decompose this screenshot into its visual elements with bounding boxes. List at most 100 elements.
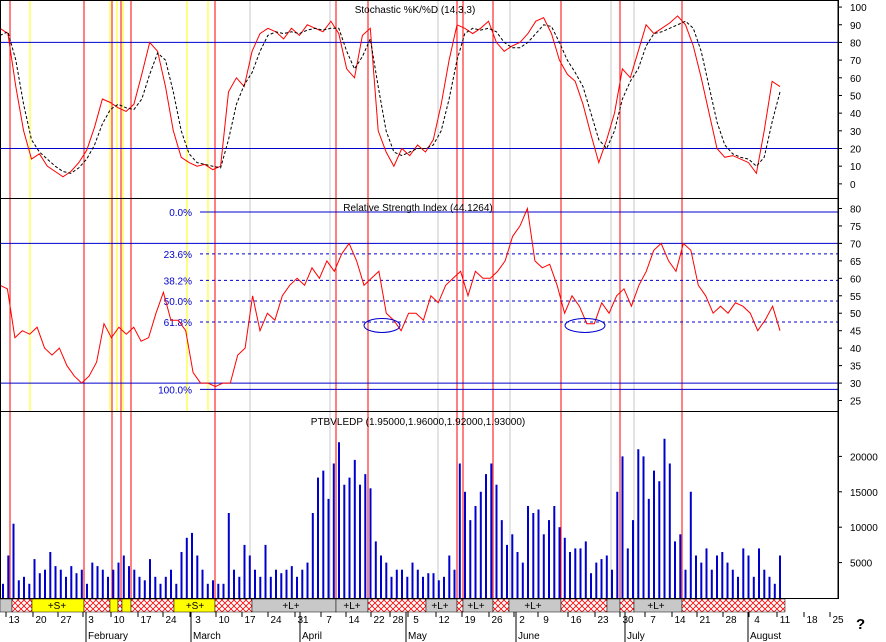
x-tick-label: 10 bbox=[218, 615, 230, 626]
x-tick-label: 28 bbox=[392, 615, 404, 626]
month-label: July bbox=[627, 631, 645, 642]
x-axis: +S+ +S+ +L+ +L+ +L+ +L+ +L+ +L+13 20 27 3 10 17 24 3 10… bbox=[0, 598, 844, 642]
signal-strip-marker: +L+ bbox=[343, 601, 360, 612]
x-tick-label: 4 bbox=[754, 615, 760, 626]
stochastic-y-tick-label: 60 bbox=[850, 74, 862, 85]
signal-strip-marker: +L+ bbox=[647, 601, 664, 612]
month-label: May bbox=[408, 631, 427, 642]
fib-level-label: 50.0% bbox=[164, 297, 192, 308]
x-tick-label: 18 bbox=[806, 615, 818, 626]
x-tick-label: 7 bbox=[650, 615, 656, 626]
month-label: August bbox=[750, 631, 781, 642]
signal-strip-segment bbox=[117, 598, 123, 613]
rsi-y-tick-label: 65 bbox=[850, 257, 862, 268]
fib-level-label: 61.8% bbox=[164, 318, 192, 329]
signal-strip-segment bbox=[367, 598, 427, 613]
signal-strip-segment bbox=[121, 598, 132, 613]
panel-frames bbox=[0, 0, 839, 599]
x-tick-label: 28 bbox=[725, 615, 737, 626]
x-tick-label: 2 bbox=[519, 615, 525, 626]
x-tick-label: 13 bbox=[8, 615, 20, 626]
signal-strip-segment bbox=[492, 598, 510, 613]
volume-panel: 5000 10000 15000 20000 PTBVLEDP (1.95000,1.9… bbox=[2, 417, 878, 598]
x-tick-label: 16 bbox=[570, 615, 582, 626]
rsi-y-tick-label: 80 bbox=[850, 204, 862, 215]
x-tick-label: 30 bbox=[622, 615, 634, 626]
signal-strip-marker: +L+ bbox=[431, 601, 448, 612]
x-tick-label: 20 bbox=[35, 615, 47, 626]
rsi-title: Relative Strength Index (44.1264) bbox=[343, 203, 493, 214]
x-tick-label: 14 bbox=[674, 615, 686, 626]
rsi-y-tick-label: 35 bbox=[850, 362, 862, 373]
month-label: March bbox=[193, 631, 221, 642]
rsi-highlight-ellipse bbox=[564, 317, 606, 333]
signal-strip-segment bbox=[130, 598, 175, 613]
stochastic-y-tick-label: 70 bbox=[850, 56, 862, 67]
x-tick-label: 14 bbox=[348, 615, 360, 626]
x-tick-label: 11 bbox=[780, 615, 791, 626]
fib-level-label: 23.6% bbox=[164, 250, 192, 261]
rsi-highlight-ellipse bbox=[363, 317, 401, 333]
stochastic-y-tick-label: 80 bbox=[850, 38, 862, 49]
signal-strip-segment bbox=[214, 598, 253, 613]
x-tick-label: 27 bbox=[60, 615, 72, 626]
month-label: June bbox=[518, 631, 540, 642]
signal-strip-segment bbox=[456, 598, 464, 613]
month-label: February bbox=[88, 631, 128, 642]
rsi-y-tick-label: 40 bbox=[850, 344, 862, 355]
signal-strip-segment bbox=[560, 598, 608, 613]
x-tick-label: 19 bbox=[464, 615, 476, 626]
volume-y-tick-label: 5000 bbox=[850, 559, 873, 570]
fib-level-label: 100.0% bbox=[158, 385, 192, 396]
x-tick-label: 24 bbox=[165, 615, 177, 626]
rsi-y-tick-label: 50 bbox=[850, 309, 862, 320]
signal-strip-segment bbox=[11, 598, 33, 613]
x-tick-label: 21 bbox=[699, 615, 711, 626]
stochastic-y-tick-label: 100 bbox=[850, 3, 867, 14]
x-tick-label: 24 bbox=[270, 615, 282, 626]
rsi-panel: 0.0% 23.6% 38.2% 50.0% 61.8% 100.0% 25 30 35 40 45… bbox=[0, 203, 862, 408]
x-tick-label: 26 bbox=[491, 615, 503, 626]
panel-border bbox=[0, 0, 839, 199]
signal-strip-segment bbox=[606, 598, 621, 613]
rsi-y-tick-label: 55 bbox=[850, 292, 862, 303]
stochastic-y-tick-label: 0 bbox=[850, 180, 856, 191]
x-tick-label: 9 bbox=[543, 615, 549, 626]
stochastic-y-tick-label: 40 bbox=[850, 109, 862, 120]
x-tick-label: 5 bbox=[413, 615, 419, 626]
signal-strip-segment bbox=[619, 598, 635, 613]
stochastic-title: Stochastic %K/%D (14,3,3) bbox=[355, 5, 476, 16]
volume-y-tick-label: 15000 bbox=[850, 488, 878, 499]
x-tick-label: 3 bbox=[88, 615, 94, 626]
x-tick-label: 31 bbox=[297, 615, 309, 626]
volume-title: PTBVLEDP (1.95000,1.96000,1.92000,1.9300… bbox=[311, 417, 525, 428]
signal-strip-segment bbox=[109, 598, 119, 613]
signal-strip-marker: +L+ bbox=[282, 601, 299, 612]
x-tick-label: 25 bbox=[832, 615, 844, 626]
x-tick-label: 10 bbox=[113, 615, 125, 626]
x-tick-label: 23 bbox=[597, 615, 609, 626]
stochastic-y-tick-label: 10 bbox=[850, 162, 862, 173]
rsi-y-tick-label: 70 bbox=[850, 239, 862, 250]
stochastic-y-tick-label: 30 bbox=[850, 127, 862, 138]
stochastic-y-tick-label: 20 bbox=[850, 145, 862, 156]
volume-y-tick-label: 10000 bbox=[850, 523, 878, 534]
x-tick-label: 17 bbox=[244, 615, 256, 626]
chart-canvas: 0 10 20 30 40 50 60 70 80 90 100 Stochastic %K/%D (… bbox=[0, 0, 878, 642]
signal-strip-segment bbox=[0, 598, 13, 613]
x-tick-label: 3 bbox=[195, 615, 201, 626]
signal-strip-segment bbox=[681, 598, 786, 613]
x-tick-label: 22 bbox=[373, 615, 385, 626]
x-tick-label: 12 bbox=[438, 615, 450, 626]
rsi-y-tick-label: 30 bbox=[850, 379, 862, 390]
rsi-y-tick-label: 45 bbox=[850, 327, 862, 338]
stochastic-panel: 0 10 20 30 40 50 60 70 80 90 100 Stochastic %K/%D (… bbox=[0, 3, 867, 191]
signal-strip-marker: +S+ bbox=[48, 601, 67, 612]
signal-strip-segment bbox=[83, 598, 111, 613]
help-icon[interactable]: ? bbox=[856, 616, 865, 633]
volume-y-tick-label: 20000 bbox=[850, 452, 878, 463]
rsi-y-tick-label: 60 bbox=[850, 274, 862, 285]
x-tick-label: 17 bbox=[140, 615, 152, 626]
signal-strip-marker: +L+ bbox=[467, 601, 484, 612]
signal-strip-marker: +L+ bbox=[524, 601, 541, 612]
